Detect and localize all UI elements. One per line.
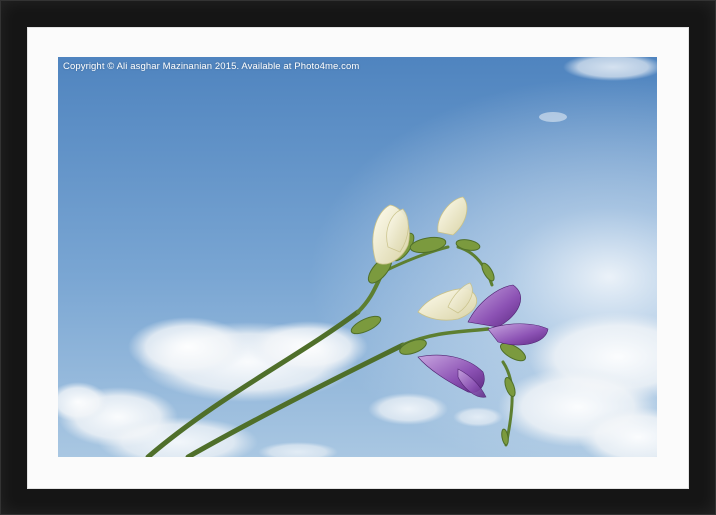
- photo-scene: [58, 57, 657, 457]
- photo-copyright-caption: Copyright © Ali asghar Mazinanian 2015. …: [63, 61, 360, 72]
- framed-photo: [58, 57, 657, 457]
